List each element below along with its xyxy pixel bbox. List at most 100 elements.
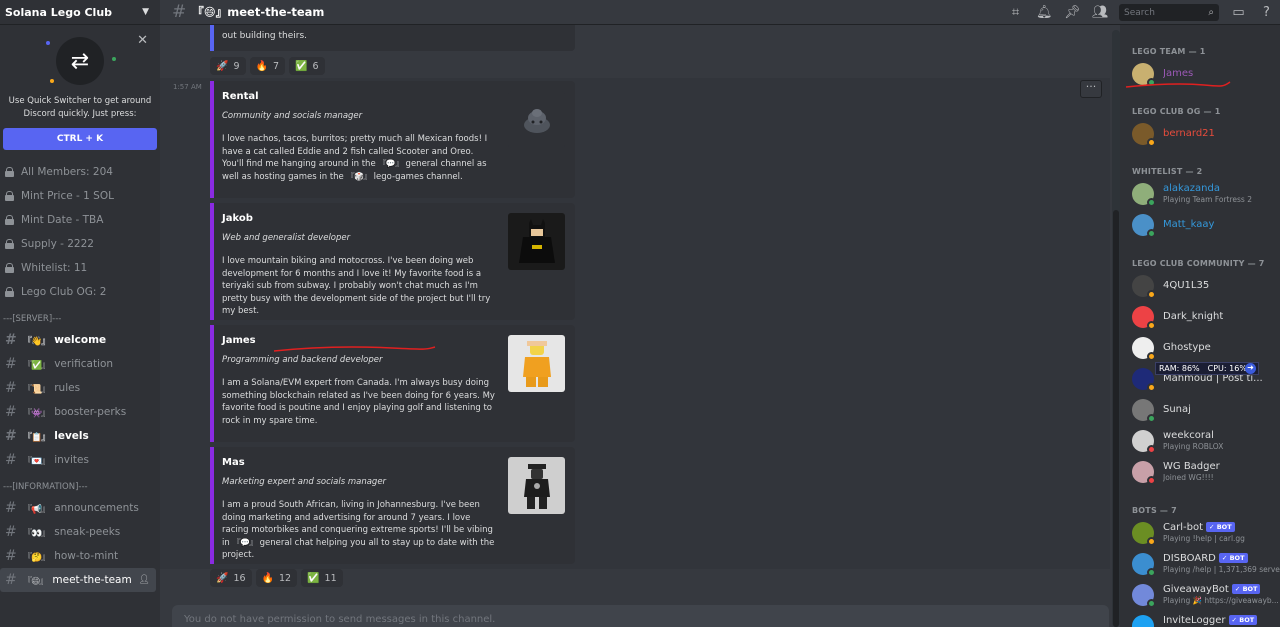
bot-badge: ✓ BOT: [1218, 553, 1248, 563]
reaction-button[interactable]: 🚀 9: [210, 57, 246, 75]
channel-item-welcome[interactable]: # 『👋』 welcome: [0, 328, 156, 352]
member-activity: Playing ROBLOX: [1163, 442, 1224, 451]
channel-name: rules: [54, 382, 81, 394]
overlay-arrow-icon[interactable]: ➜: [1245, 363, 1256, 374]
avatar: [1132, 398, 1156, 423]
channel-item-verification[interactable]: # 『✅』 verification: [0, 352, 156, 376]
info-channel-list: # 『📢』 announcements # 『👀』 sneak-peeks # 『🤔』 how-…: [0, 496, 160, 592]
member-item[interactable]: Ghostype: [1120, 332, 1280, 363]
member-category: LEGO CLUB OG — 1: [1132, 106, 1221, 116]
lock-icon: [5, 263, 14, 273]
member-item[interactable]: weekcoral Playing ROBLOX: [1120, 425, 1280, 456]
stat-label: Mint Date - TBA: [21, 214, 104, 226]
member-item[interactable]: alakazanda Playing Team Fortress 2: [1120, 178, 1280, 209]
message-composer[interactable]: You do not have permission to send messa…: [172, 605, 1109, 627]
reaction-emoji: 🔥: [261, 572, 274, 584]
member-name-text: weekcoral: [1163, 430, 1214, 441]
inbox-icon[interactable]: ▭: [1231, 5, 1246, 20]
avatar: [1132, 460, 1156, 485]
help-icon[interactable]: ?: [1259, 5, 1274, 20]
member-name: Ghostype: [1163, 342, 1211, 353]
embed-description: I am a Solana/EVM expert from Canada. I'…: [222, 378, 495, 426]
reaction-emoji: ✅: [307, 572, 320, 584]
member-item[interactable]: InviteLogger✓ BOTStreaming doing bot stu…: [1120, 610, 1280, 627]
threads-icon[interactable]: ⌗: [1008, 5, 1023, 20]
channel-item-invites[interactable]: # 『💌』 invites: [0, 448, 156, 472]
bell-icon[interactable]: 🔔︎: [1036, 5, 1053, 20]
member-item[interactable]: Matt_kaay: [1120, 209, 1280, 240]
member-item[interactable]: Carl-bot ✓ BOT Playing !help | carl.gg: [1120, 517, 1280, 548]
stat-channel[interactable]: Mint Date - TBA: [0, 208, 160, 232]
stat-channel[interactable]: Mint Price - 1 SOL: [0, 184, 160, 208]
member-item[interactable]: Sunaj: [1120, 394, 1280, 425]
member-item[interactable]: WG Badger Joined WG!!!!: [1120, 456, 1280, 487]
category-information[interactable]: ---[INFORMATION]---: [0, 478, 160, 496]
add-member-icon[interactable]: 👤︎: [139, 575, 150, 585]
embed-description: I love mountain biking and motocross. I'…: [222, 256, 491, 316]
member-name: 4QU1L35: [1163, 280, 1209, 291]
channel-name: verification: [54, 358, 114, 370]
member-item[interactable]: DISBOARD ✓ BOT Playing /help | 1,371,369 s…: [1120, 548, 1280, 579]
embed-thumbnail[interactable]: [508, 335, 565, 392]
reaction-button[interactable]: 🚀 16: [210, 569, 252, 587]
member-item[interactable]: GiveawayBot ✓ BOT Playing 🎉 https://giveaw…: [1120, 579, 1280, 610]
previous-embed: out building theirs.: [210, 25, 575, 51]
member-name-text: DISBOARD: [1163, 553, 1216, 564]
channel-emoji: 『📋』: [23, 432, 50, 443]
embed-thumbnail[interactable]: [508, 457, 565, 514]
stat-channel[interactable]: Whitelist: 11: [0, 256, 160, 280]
stat-label: Supply - 2222: [21, 238, 94, 250]
member-item[interactable]: James: [1120, 58, 1280, 89]
members-icon[interactable]: 👥︎: [1092, 5, 1109, 20]
embed-title: Rental: [222, 91, 259, 102]
embed-thumbnail[interactable]: [508, 91, 565, 148]
channel-item-levels[interactable]: # 『📋』 levels: [0, 424, 156, 448]
member-item[interactable]: 4QU1L35: [1120, 270, 1280, 301]
channel-item-how-to-mint[interactable]: # 『🤔』 how-to-mint: [0, 544, 156, 568]
channel-name: invites: [54, 454, 89, 466]
member-category: WHITELIST — 2: [1132, 166, 1203, 176]
close-icon[interactable]: ✕: [137, 33, 148, 48]
member-name-text: alakazanda: [1163, 183, 1220, 194]
member-info: WG Badger Joined WG!!!!: [1163, 461, 1220, 482]
more-options-button[interactable]: ···: [1080, 80, 1102, 98]
member-name: WG Badger: [1163, 461, 1220, 472]
status-indicator: [1147, 567, 1156, 577]
avatar: [1132, 274, 1156, 299]
stat-channel[interactable]: Lego Club OG: 2: [0, 280, 160, 304]
avatar: [1132, 614, 1154, 627]
status-indicator: [1147, 536, 1156, 546]
embed-description: I am a proud South African, living in Jo…: [222, 500, 495, 560]
category-server[interactable]: ---[SERVER]---: [0, 310, 160, 328]
embed-thumbnail[interactable]: [508, 213, 565, 270]
member-item[interactable]: bernard21: [1120, 118, 1280, 149]
channel-item-sneak-peeks[interactable]: # 『👀』 sneak-peeks: [0, 520, 156, 544]
reaction-button[interactable]: 🔥 7: [249, 57, 285, 75]
chevron-down-icon[interactable]: ▼: [142, 7, 149, 17]
embed-role: Web and generalist developer: [222, 233, 351, 243]
reaction-count: 16: [233, 572, 246, 584]
member-info: InviteLogger✓ BOTStreaming doing bot stu…: [1163, 615, 1280, 627]
channel-item-booster-perks[interactable]: # 『👾』 booster-perks: [0, 400, 156, 424]
channel-emoji: 『✅』: [23, 360, 50, 371]
quick-switcher-shortcut-button[interactable]: CTRL + K: [3, 128, 157, 150]
member-item[interactable]: Dark_knight: [1120, 301, 1280, 332]
scrollbar-thumb[interactable]: [1113, 210, 1119, 627]
channel-item-rules[interactable]: # 『📜』 rules: [0, 376, 156, 400]
member-info: weekcoral Playing ROBLOX: [1163, 430, 1223, 451]
channel-item-announcements[interactable]: # 『📢』 announcements: [0, 496, 156, 520]
member-name: weekcoral: [1163, 430, 1223, 441]
hash-icon: #: [5, 500, 17, 516]
channel-item-meet-the-team[interactable]: # 『😄』 meet-the-team 👤︎: [0, 568, 156, 592]
reaction-button[interactable]: 🔥 12: [255, 569, 298, 587]
stat-channel[interactable]: All Members: 204: [0, 160, 160, 184]
server-name: Solana Lego Club: [5, 5, 113, 19]
embed-title: Jakob: [222, 213, 253, 224]
reaction-button[interactable]: ✅ 11: [301, 569, 343, 587]
server-header[interactable]: Solana Lego Club ▼: [0, 0, 160, 25]
member-info: James: [1163, 68, 1193, 79]
stat-channel[interactable]: Supply - 2222: [0, 232, 160, 256]
reaction-button[interactable]: ✅ 6: [289, 57, 325, 75]
search-input[interactable]: Search ⌕: [1119, 4, 1219, 21]
pin-icon[interactable]: 📌︎: [1064, 5, 1081, 20]
